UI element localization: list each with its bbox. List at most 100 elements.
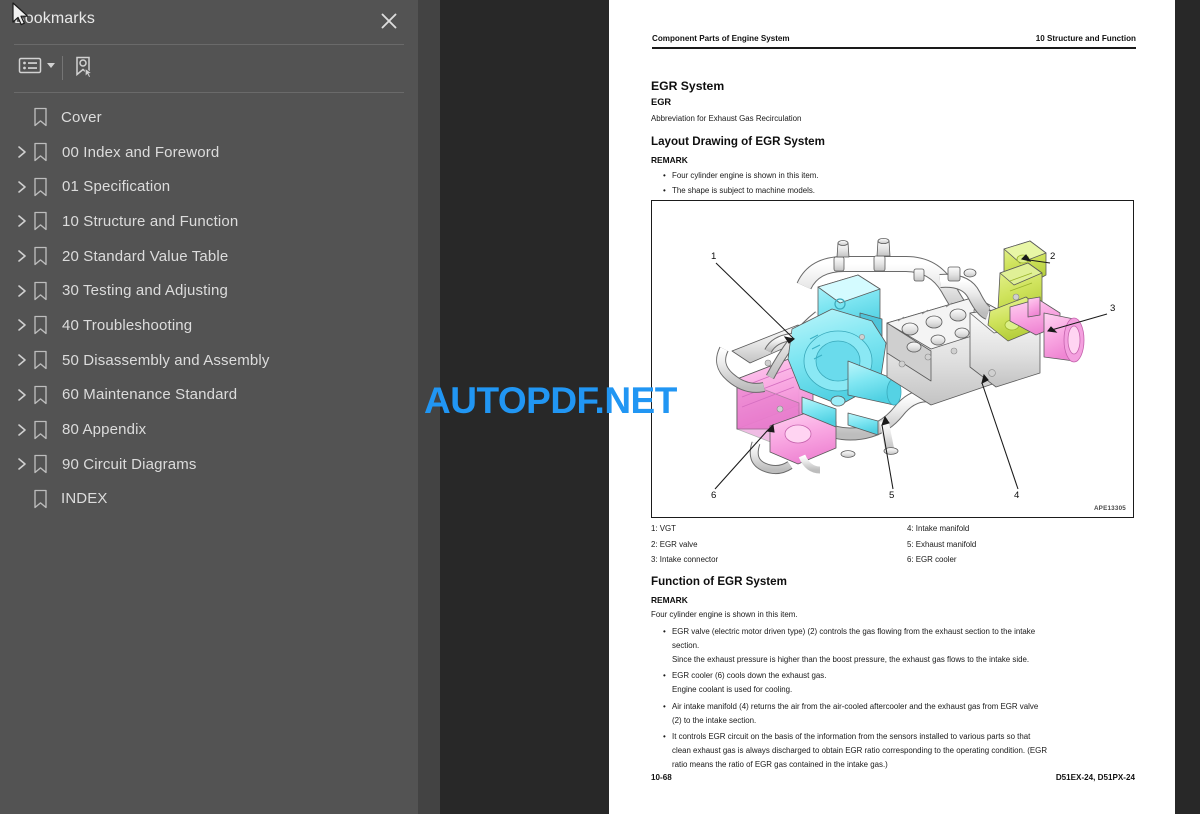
function-bullet-line: clean exhaust gas is always discharged t… [672, 745, 1048, 755]
function-bullet-line: Since the exhaust pressure is higher tha… [672, 655, 1030, 665]
bookmark-icon [33, 385, 51, 405]
bookmark-item-9[interactable]: 80 Appendix [0, 412, 418, 447]
function-bullet-line: ratio means the ratio of EGR gas contain… [672, 759, 888, 769]
function-bullet-line: EGR valve (electric motor driven type) (… [672, 627, 1036, 636]
abbrev-title: EGR [651, 97, 672, 107]
part-item: 2: EGR valve [651, 539, 698, 549]
bookmark-icon [33, 211, 51, 231]
bullet-marker: • [663, 731, 666, 741]
footer-page-number: 10-68 [651, 773, 672, 782]
bookmark-item-10[interactable]: 90 Circuit Diagrams [0, 447, 418, 482]
bookmark-item-11[interactable]: INDEX [0, 482, 418, 517]
bookmark-icon [33, 350, 51, 370]
bookmarks-toolbar [0, 45, 418, 91]
page-running-header: Component Parts of Engine System 10 Stru… [652, 34, 1136, 43]
bullet-marker: • [663, 701, 666, 711]
bookmark-item-label: 50 Disassembly and Assembly [62, 351, 270, 369]
page-running-footer: 10-68 D51EX-24, D51PX-24 [651, 773, 1135, 782]
bookmarks-panel-header: Bookmarks [0, 0, 418, 44]
bookmark-item-label: 00 Index and Foreword [62, 143, 220, 161]
bookmark-item-label: 40 Troubleshooting [62, 316, 193, 334]
bookmark-tree: Cover 00 Index and Foreword 01 Specificati… [0, 100, 418, 516]
chevron-right-icon[interactable] [14, 422, 30, 438]
bookmarks-panel-title: Bookmarks [14, 10, 95, 27]
parts-legend-right-column: 4: Intake manifold 5: Exhaust manifold 6… [907, 521, 976, 568]
header-rule [652, 47, 1136, 49]
pdf-viewer-window: Bookmarks Cover 00 Index and Foreword 01… [0, 0, 1200, 814]
function-remark-text: Four cylinder engine is shown in this it… [651, 610, 798, 619]
bookmark-icon [33, 281, 51, 301]
find-current-bookmark-button[interactable] [72, 55, 96, 79]
egr-system-diagram: 1 2 3 4 5 6 APE13305 [651, 200, 1134, 518]
bookmark-item-5[interactable]: 30 Testing and Adjusting [0, 273, 418, 308]
chevron-right-icon[interactable] [14, 213, 30, 229]
callout-6: 6 [711, 490, 716, 501]
engine-illustration: 1 2 3 4 5 6 [711, 238, 1115, 501]
layout-remark-2: The shape is subject to machine models. [672, 186, 815, 195]
chevron-right-icon[interactable] [14, 352, 30, 368]
chevron-right-icon[interactable] [14, 317, 30, 333]
bookmark-item-label: 01 Specification [62, 178, 171, 196]
bookmark-icon [33, 142, 51, 162]
function-bullet-line: section. [672, 641, 700, 651]
chevron-right-icon[interactable] [14, 456, 30, 472]
bookmark-item-6[interactable]: 40 Troubleshooting [0, 308, 418, 343]
chevron-right-icon[interactable] [14, 387, 30, 403]
chevron-right-icon[interactable] [14, 283, 30, 299]
function-bullet-line: EGR cooler (6) cools down the exhaust ga… [672, 671, 827, 681]
bookmark-item-label: 80 Appendix [62, 421, 147, 439]
header-right-text: 10 Structure and Function [1035, 34, 1136, 43]
bookmark-icon [33, 246, 51, 266]
bookmark-item-label: 20 Standard Value Table [62, 247, 229, 265]
bookmark-item-label: 10 Structure and Function [62, 212, 239, 230]
parts-legend-left-column: 1: VGT 2: EGR valve 3: Intake connector [651, 521, 718, 568]
bookmark-icon [33, 177, 51, 197]
bookmark-item-label: 30 Testing and Adjusting [62, 282, 228, 300]
bookmark-item-0[interactable]: Cover [0, 100, 418, 135]
footer-model: D51EX-24, D51PX-24 [1055, 773, 1135, 782]
bookmark-item-label: INDEX [61, 490, 108, 508]
bookmarks-panel: Bookmarks Cover 00 Index and Foreword 01… [0, 0, 418, 814]
bookmark-icon [33, 454, 51, 474]
bookmark-item-label: Cover [61, 108, 102, 126]
part-item: 1: VGT [651, 524, 676, 533]
close-icon[interactable] [378, 10, 400, 32]
bullet-marker: • [663, 171, 666, 180]
chevron-down-icon [47, 62, 55, 68]
callout-4: 4 [1014, 490, 1020, 501]
chevron-right-icon[interactable] [14, 144, 30, 160]
bullet-marker: • [663, 186, 666, 195]
function-bullet-line: (2) to the intake section. [672, 715, 757, 725]
part-item: 6: EGR cooler [907, 555, 957, 565]
part-item: 5: Exhaust manifold [907, 539, 977, 549]
part-item: 3: Intake connector [651, 555, 719, 565]
chevron-right-icon[interactable] [14, 179, 30, 195]
callout-3: 3 [1110, 303, 1115, 314]
section-title: EGR System [651, 79, 725, 93]
bookmark-item-8[interactable]: 60 Maintenance Standard [0, 378, 418, 413]
bookmark-item-1[interactable]: 00 Index and Foreword [0, 135, 418, 170]
bookmark-item-2[interactable]: 01 Specification [0, 169, 418, 204]
bookmark-icon [33, 420, 51, 440]
bookmark-item-3[interactable]: 10 Structure and Function [0, 204, 418, 239]
bookmark-options-button[interactable] [18, 55, 55, 75]
bookmark-icon [33, 315, 51, 335]
bookmark-item-7[interactable]: 50 Disassembly and Assembly [0, 343, 418, 378]
function-heading: Function of EGR System [651, 575, 787, 588]
function-bullet-line: Air intake manifold (4) returns the air … [672, 701, 1039, 711]
bookmark-icon [33, 107, 51, 127]
abbrev-text: Abbreviation for Exhaust Gas Recirculati… [651, 114, 802, 123]
bookmark-item-4[interactable]: 20 Standard Value Table [0, 239, 418, 274]
panel-divider-bottom [14, 92, 404, 93]
figure-code: APE13305 [1093, 505, 1126, 512]
layout-heading: Layout Drawing of EGR System [651, 135, 825, 148]
chevron-right-icon[interactable] [14, 248, 30, 264]
bookmark-item-label: 90 Circuit Diagrams [62, 455, 197, 473]
toolbar-separator [62, 56, 63, 80]
function-bullet-line: Engine coolant is used for cooling. [672, 685, 793, 695]
bookmark-item-label: 60 Maintenance Standard [62, 386, 238, 404]
find-current-bookmark-icon [76, 56, 94, 79]
layout-remark-1: Four cylinder engine is shown in this it… [672, 171, 819, 180]
function-bullet-line: It controls EGR circuit on the basis of … [672, 731, 1031, 741]
callout-5: 5 [889, 490, 894, 501]
